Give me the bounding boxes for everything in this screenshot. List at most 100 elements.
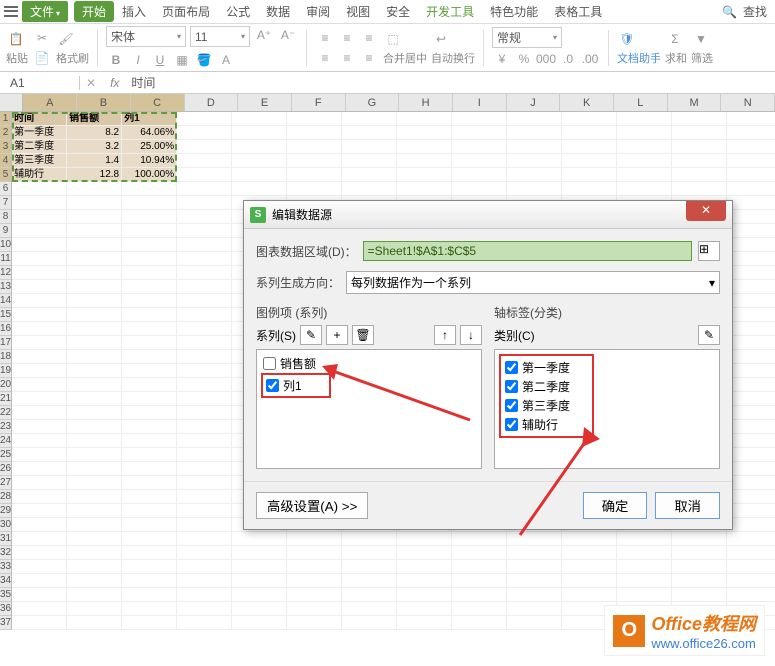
cell[interactable]: [342, 560, 397, 574]
cell[interactable]: [452, 560, 507, 574]
cell[interactable]: [122, 602, 177, 616]
cell[interactable]: [67, 350, 122, 364]
cell[interactable]: [122, 378, 177, 392]
row-header[interactable]: 8: [0, 210, 11, 224]
cell[interactable]: [727, 252, 775, 266]
align-center-icon[interactable]: ≡: [337, 49, 357, 67]
inc-decimal-icon[interactable]: .0: [558, 50, 578, 68]
cell[interactable]: [177, 210, 232, 224]
row-header[interactable]: 26: [0, 462, 11, 476]
cell[interactable]: [177, 364, 232, 378]
cell[interactable]: [232, 182, 287, 196]
cell[interactable]: [177, 126, 232, 140]
col-header[interactable]: E: [238, 94, 292, 111]
cell[interactable]: [617, 574, 672, 588]
cell[interactable]: [12, 322, 67, 336]
cell[interactable]: [122, 238, 177, 252]
cell[interactable]: [12, 266, 67, 280]
cell[interactable]: [287, 154, 342, 168]
cell[interactable]: [452, 546, 507, 560]
cell[interactable]: [342, 182, 397, 196]
cell[interactable]: [232, 546, 287, 560]
cell[interactable]: [617, 546, 672, 560]
cell[interactable]: [67, 546, 122, 560]
cell[interactable]: [397, 126, 452, 140]
cell[interactable]: [452, 126, 507, 140]
cell[interactable]: [12, 574, 67, 588]
cell[interactable]: [727, 350, 775, 364]
cell[interactable]: [177, 574, 232, 588]
underline-icon[interactable]: U: [150, 51, 170, 69]
cell[interactable]: [727, 560, 775, 574]
cell[interactable]: [287, 126, 342, 140]
cell[interactable]: [287, 560, 342, 574]
cell[interactable]: [727, 182, 775, 196]
cell[interactable]: [342, 126, 397, 140]
col-header[interactable]: J: [507, 94, 561, 111]
cell[interactable]: [507, 616, 562, 630]
row-header[interactable]: 10: [0, 238, 11, 252]
cell[interactable]: 100.00%: [122, 168, 177, 182]
row-header[interactable]: 16: [0, 322, 11, 336]
cell[interactable]: [342, 168, 397, 182]
series-direction-select[interactable]: 每列数据作为一个系列▾: [346, 271, 720, 294]
cell[interactable]: [617, 140, 672, 154]
cell[interactable]: [507, 532, 562, 546]
row-header[interactable]: 23: [0, 420, 11, 434]
cell[interactable]: 销售额: [67, 112, 122, 126]
cell[interactable]: [562, 154, 617, 168]
cell[interactable]: [452, 168, 507, 182]
cell[interactable]: [727, 546, 775, 560]
cell[interactable]: [727, 308, 775, 322]
cell[interactable]: [67, 490, 122, 504]
number-format-combo[interactable]: 常规▾: [492, 27, 562, 48]
cell[interactable]: [397, 140, 452, 154]
cell[interactable]: 25.00%: [122, 140, 177, 154]
category-item[interactable]: 第三季度: [503, 396, 590, 415]
cell[interactable]: [342, 574, 397, 588]
row-header[interactable]: 5: [0, 168, 11, 182]
cell[interactable]: [177, 406, 232, 420]
cell[interactable]: [12, 294, 67, 308]
cell[interactable]: 1.4: [67, 154, 122, 168]
cell[interactable]: [727, 434, 775, 448]
cell[interactable]: [122, 448, 177, 462]
hamburger-icon[interactable]: [4, 5, 18, 19]
dialog-titlebar[interactable]: S 编辑数据源 ✕: [244, 201, 732, 229]
cell[interactable]: [617, 168, 672, 182]
cell[interactable]: [12, 462, 67, 476]
cell[interactable]: [397, 574, 452, 588]
file-menu[interactable]: 文件▾: [22, 1, 68, 22]
cell[interactable]: [562, 182, 617, 196]
cell[interactable]: [672, 168, 727, 182]
cell[interactable]: [177, 350, 232, 364]
cell[interactable]: [177, 336, 232, 350]
cell[interactable]: [507, 574, 562, 588]
cell[interactable]: [67, 420, 122, 434]
cell[interactable]: [562, 560, 617, 574]
col-header[interactable]: L: [614, 94, 668, 111]
formula-value[interactable]: 时间: [127, 74, 155, 91]
series-item[interactable]: 销售额: [261, 354, 477, 373]
cell[interactable]: [342, 616, 397, 630]
cell[interactable]: [67, 406, 122, 420]
move-up-button[interactable]: ↑: [434, 325, 456, 345]
cell[interactable]: 12.8: [67, 168, 122, 182]
cell[interactable]: [12, 602, 67, 616]
cell[interactable]: [232, 140, 287, 154]
cell[interactable]: [342, 588, 397, 602]
cell[interactable]: [177, 196, 232, 210]
cell[interactable]: [232, 154, 287, 168]
cell[interactable]: [727, 322, 775, 336]
row-header[interactable]: 18: [0, 350, 11, 364]
row-header[interactable]: 22: [0, 406, 11, 420]
cell[interactable]: 10.94%: [122, 154, 177, 168]
doc-helper-label[interactable]: 文档助手: [617, 50, 661, 66]
cell[interactable]: [12, 532, 67, 546]
cell[interactable]: [727, 574, 775, 588]
sum-icon[interactable]: Σ: [665, 30, 685, 48]
cell[interactable]: [727, 168, 775, 182]
cell[interactable]: [452, 588, 507, 602]
cell[interactable]: [287, 140, 342, 154]
cell[interactable]: [232, 560, 287, 574]
